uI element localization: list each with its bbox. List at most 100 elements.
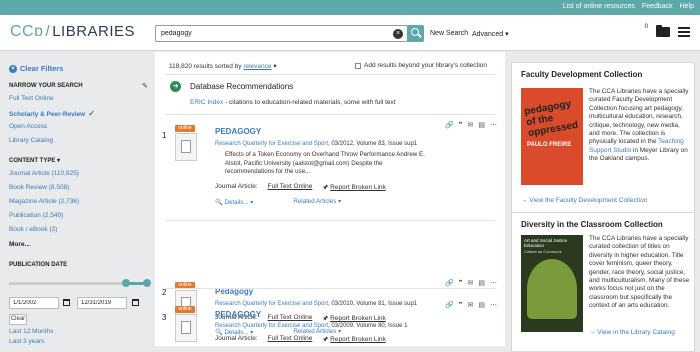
access-type: Journal Article: (215, 335, 258, 342)
feedback-link[interactable]: Feedback (642, 3, 673, 10)
result-number: 1 (162, 131, 167, 140)
email-icon[interactable]: ✉ (468, 121, 474, 129)
result-number: 2 (162, 288, 167, 297)
report-broken-link[interactable]: 🖈 Report Broken Link (322, 335, 385, 346)
card-title: Diversity in the Classroom Collection (521, 220, 663, 229)
full-text-link[interactable]: Full Text Online (268, 183, 313, 194)
add-results-label: Add results beyond your library's collec… (364, 62, 487, 69)
content-magazine-article[interactable]: Magazine Article (2,736) (9, 198, 79, 205)
result-source: Research Quarterly for Exercise and Spor… (215, 323, 407, 329)
email-icon[interactable]: ✉ (468, 301, 474, 309)
related-articles-link[interactable]: Related Articles ▾ (293, 198, 341, 206)
clear-date-button[interactable]: Clear (9, 314, 27, 325)
calendar-icon[interactable] (63, 299, 70, 306)
db-rec-desc: - citations to education-related materia… (225, 99, 396, 106)
date-from-input[interactable] (9, 297, 59, 309)
last-3-years-link[interactable]: Last 3 years (9, 338, 44, 345)
cite-icon[interactable]: ❞ (459, 301, 463, 309)
advanced-label: Advanced (472, 31, 504, 38)
content-book-ebook[interactable]: Book / eBook (2) (9, 226, 57, 233)
db-rec-line: ERIC Index - citations to education-rela… (190, 99, 396, 106)
filter-full-text[interactable]: Full Text Online (9, 95, 54, 102)
filter-library-catalog[interactable]: Library Catalog (9, 137, 53, 144)
add-results-checkbox[interactable] (355, 62, 361, 69)
document-thumbnail[interactable] (175, 133, 197, 161)
more-icon[interactable]: ⋯ (490, 301, 497, 309)
top-links: List of online resources Feedback Help (563, 3, 694, 10)
save-icon[interactable]: ▤ (478, 301, 485, 309)
report-label: Report Broken Link (330, 184, 386, 191)
details-label: Details... (224, 199, 249, 206)
result-abstract: Effects of a Token Economy on Overhand T… (225, 151, 425, 175)
link-icon[interactable]: 🔗 (445, 279, 454, 287)
search-box: × (155, 25, 408, 42)
search-input[interactable] (161, 30, 391, 37)
details-link[interactable]: 🔍 Details... ▾ (215, 198, 253, 206)
document-thumbnail[interactable] (175, 314, 197, 342)
book-cover-image[interactable]: pedagogy of the oppressed PAULO FREIRE (521, 88, 583, 185)
result-number: 3 (162, 313, 167, 322)
result-title[interactable]: PEDAGOGY (215, 127, 261, 136)
sidebar: × Clear Filters NARROW YOUR SEARCH ✎ Ful… (0, 52, 155, 346)
filter-scholarly-label: Scholarly & Peer-Review (9, 111, 86, 118)
logo[interactable]: CCɒ / LIBRARIES (10, 23, 135, 41)
journal-link[interactable]: Research Quarterly for Exercise and Spor… (215, 301, 328, 307)
view-faculty-collection-link[interactable]: → View the Faculty Development Collectio… (521, 197, 647, 204)
pencil-icon[interactable]: ✎ (142, 82, 148, 90)
link-icon[interactable]: 🔗 (445, 121, 454, 129)
book-cover-image[interactable]: Art and Social Justice Education Culture… (521, 235, 583, 332)
more-icon[interactable]: ⋯ (490, 279, 497, 287)
cite-icon[interactable]: ❞ (459, 121, 463, 129)
online-resources-link[interactable]: List of online resources (563, 3, 635, 10)
search-button[interactable] (407, 25, 424, 42)
source-rest: , 03/2010, Volume 81, Issue sup1 (328, 301, 418, 307)
header-icons: 0 (645, 24, 690, 37)
filter-scholarly[interactable]: Scholarly & Peer-Review ✓ (9, 109, 95, 118)
clear-search-icon[interactable]: × (393, 29, 403, 39)
result-title[interactable]: PEDAGOGY (215, 310, 261, 319)
logo-libraries: LIBRARIES (52, 23, 136, 40)
add-results-option[interactable]: Add results beyond your library's collec… (355, 62, 487, 69)
content-type-label: CONTENT TYPE (9, 158, 56, 164)
result-tools: 🔗 ❞ ✉ ▤ ⋯ (445, 301, 497, 309)
sort-dropdown[interactable]: relevance (243, 63, 271, 70)
content-type-title[interactable]: CONTENT TYPE ▾ (9, 157, 60, 164)
new-search-link[interactable]: New Search (430, 30, 468, 37)
content-publication[interactable]: Publication (2,549) (9, 212, 63, 219)
cite-icon[interactable]: ❞ (459, 279, 463, 287)
card-text-a: The CCA Libraries have a specially curat… (589, 88, 689, 146)
result-source: Research Quarterly for Exercise and Spor… (215, 301, 417, 307)
filter-open-access[interactable]: Open Access (9, 123, 47, 130)
date-to-input[interactable] (77, 297, 127, 309)
link-icon[interactable]: 🔗 (445, 301, 454, 309)
advanced-search-link[interactable]: Advanced ▾ (472, 30, 509, 38)
journal-link[interactable]: Research Quarterly for Exercise and Spor… (215, 323, 328, 329)
last-12-months-link[interactable]: Last 12 Months (9, 328, 53, 335)
save-icon[interactable]: ▤ (478, 121, 485, 129)
date-slider[interactable] (9, 279, 151, 287)
content-book-review[interactable]: Book Review (8,508) (9, 184, 69, 191)
content-journal-article[interactable]: Journal Article (110,825) (9, 170, 79, 177)
online-badge: online (175, 306, 195, 313)
clear-filters-button[interactable]: × Clear Filters (9, 64, 63, 73)
full-text-link[interactable]: Full Text Online (268, 335, 313, 346)
menu-icon[interactable] (678, 27, 690, 37)
eric-index-link[interactable]: ERIC Index (190, 99, 223, 106)
journal-link[interactable]: Research Quarterly for Exercise and Spor… (215, 141, 328, 147)
slider-knob-start[interactable] (122, 279, 130, 287)
folder-icon[interactable] (656, 25, 670, 37)
more-link[interactable]: More... (9, 241, 30, 248)
report-broken-link[interactable]: 🖈 Report Broken Link (322, 183, 385, 194)
more-icon[interactable]: ⋯ (490, 121, 497, 129)
related-label: Related Articles (293, 328, 337, 335)
email-icon[interactable]: ✉ (468, 279, 474, 287)
help-link[interactable]: Help (680, 3, 694, 10)
card-title: Faculty Development Collection (521, 70, 643, 79)
save-icon[interactable]: ▤ (478, 279, 485, 287)
slider-knob-end[interactable] (143, 279, 151, 287)
view-catalog-link[interactable]: → View in the Library Catalog (589, 329, 675, 336)
check-icon: ✓ (88, 109, 95, 118)
calendar-icon[interactable] (132, 299, 139, 306)
cover-tree-graphic (527, 259, 577, 319)
divider (165, 288, 495, 289)
